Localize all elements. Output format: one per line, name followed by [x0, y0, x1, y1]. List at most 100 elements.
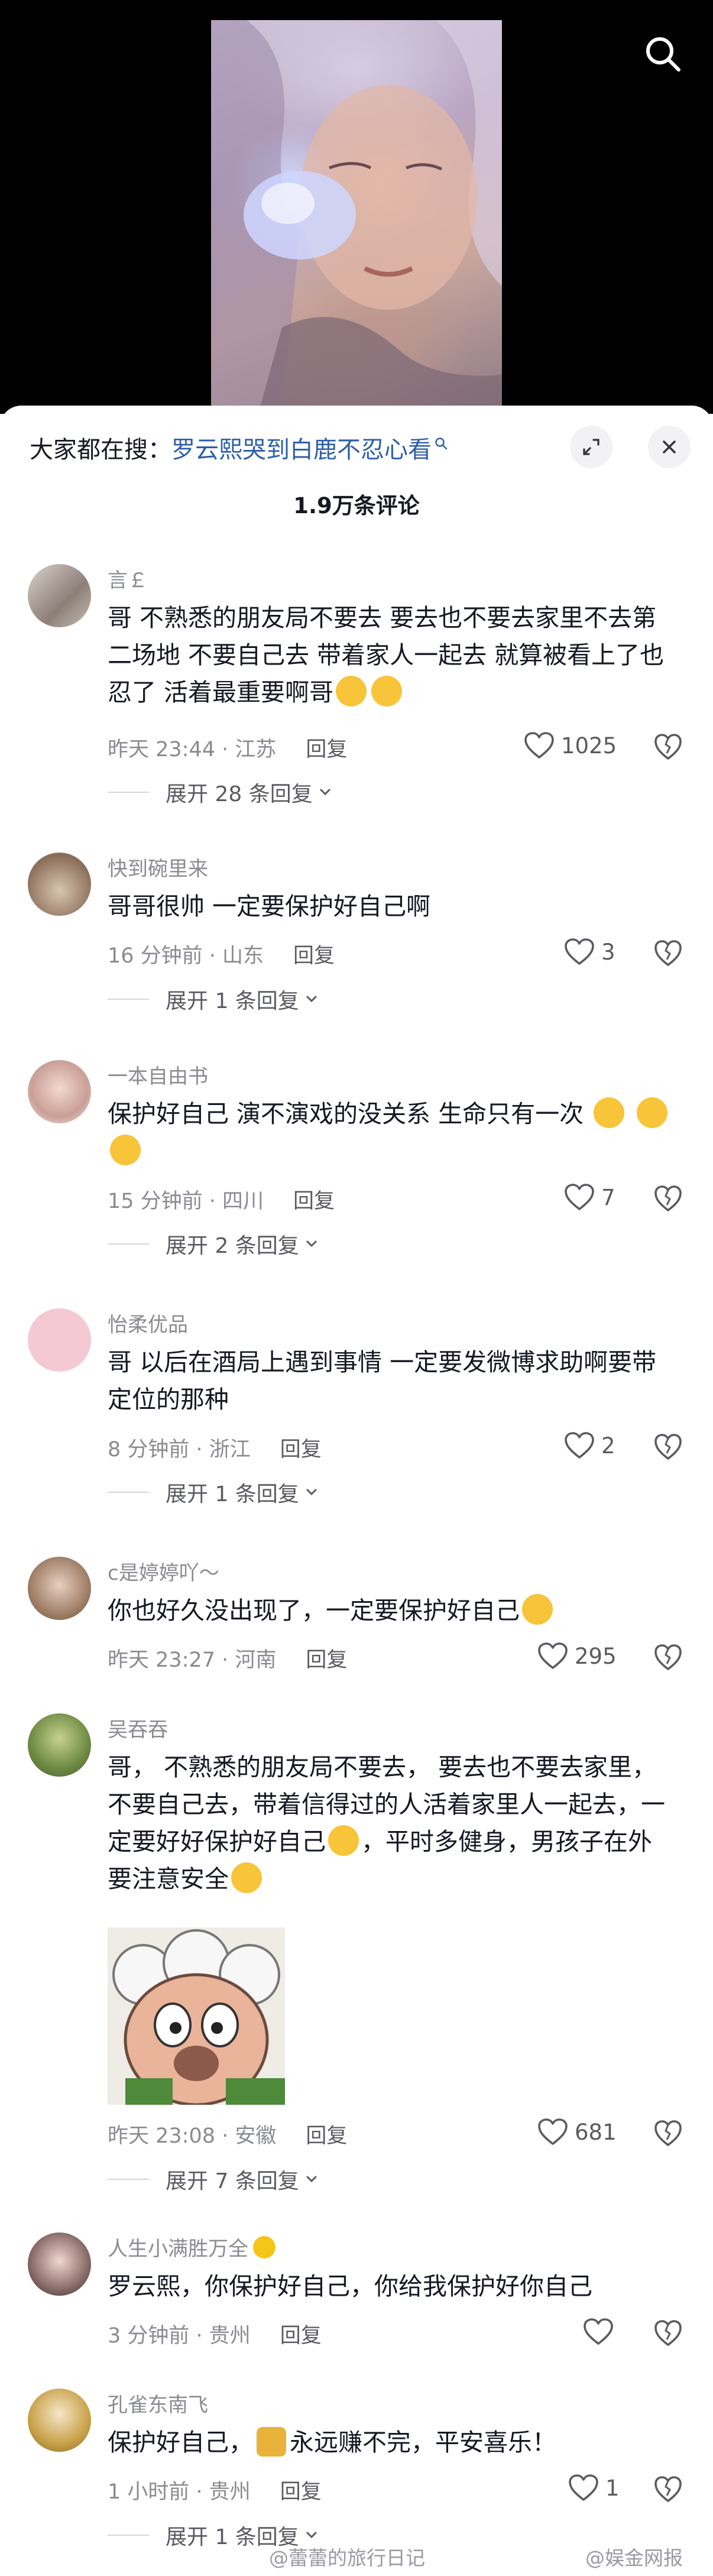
- heart-icon: [538, 2118, 568, 2145]
- comment-username[interactable]: 言￡: [108, 564, 148, 593]
- avatar[interactable]: [28, 1713, 91, 1777]
- reply-button[interactable]: 回复: [280, 1438, 322, 1462]
- broken-heart-icon[interactable]: [653, 939, 683, 967]
- divider: [108, 2535, 149, 2536]
- comment-meta: 1 小时前 · 贵州 回复: [108, 2475, 322, 2505]
- comment-time-location: 8 分钟前 · 浙江: [108, 1438, 251, 1462]
- like-button[interactable]: 1025: [523, 731, 617, 760]
- avatar[interactable]: [28, 2232, 91, 2296]
- comment-time-location: 15 分钟前 · 四川: [108, 1190, 264, 1213]
- like-button[interactable]: 1: [568, 2473, 620, 2503]
- like-button[interactable]: 295: [537, 1641, 617, 1671]
- divider: [108, 1492, 149, 1493]
- avatar[interactable]: [28, 1557, 91, 1620]
- money-bag-icon: [257, 2427, 286, 2457]
- comment-time-location: 昨天 23:44 · 江苏: [108, 738, 277, 762]
- comment-time-location: 昨天 23:08 · 安徽: [108, 2124, 277, 2148]
- comment-username-row[interactable]: 人生小满胜万全: [108, 2232, 276, 2261]
- video-frame[interactable]: [211, 20, 502, 414]
- avatar[interactable]: [28, 564, 91, 627]
- sticker-image[interactable]: [108, 1927, 285, 2105]
- comment-meta: 16 分钟前 · 山东 回复: [108, 939, 335, 969]
- like-button[interactable]: 7: [563, 1182, 615, 1212]
- comment-username[interactable]: 怡柔优品: [108, 1308, 188, 1337]
- avatar[interactable]: [28, 1308, 91, 1372]
- comment-text: 哥 不熟悉的朋友局不要去 要去也不要去家里不去第二场地 不要自己去 带着家人一起…: [108, 600, 675, 711]
- heart-icon: [584, 2318, 613, 2345]
- heart-icon: [565, 1432, 594, 1459]
- like-count: 681: [575, 2119, 617, 2145]
- chevron-down-icon: [306, 2176, 317, 2183]
- video-area[interactable]: [0, 0, 713, 414]
- avatar[interactable]: [28, 853, 91, 916]
- like-button[interactable]: 3: [563, 937, 615, 967]
- reply-button[interactable]: 回复: [280, 2480, 322, 2504]
- comment-username[interactable]: 快到碗里来: [108, 853, 208, 882]
- crying-emoji-icon: [594, 1097, 625, 1128]
- comment-username[interactable]: 一本自由书: [108, 1060, 208, 1089]
- reply-button[interactable]: 回复: [306, 738, 347, 762]
- broken-heart-icon[interactable]: [653, 2475, 683, 2503]
- avatar[interactable]: [28, 2389, 91, 2452]
- close-icon: [663, 440, 676, 453]
- avatar[interactable]: [28, 1060, 91, 1123]
- like-button[interactable]: 2: [563, 1431, 615, 1460]
- heart-icon: [565, 938, 594, 965]
- comment-meta: 昨天 23:08 · 安徽 回复: [108, 2119, 347, 2149]
- broken-heart-icon[interactable]: [653, 733, 683, 761]
- watermark: @蕾蕾的旅行日记: [269, 2542, 425, 2571]
- crying-emoji-icon: [371, 676, 403, 707]
- watermark-text: @娱金网报: [585, 2546, 683, 2569]
- reply-button[interactable]: 回复: [306, 2124, 347, 2148]
- heart-icon: [565, 1184, 594, 1210]
- comment-count-title: 1.9万条评论: [293, 493, 420, 519]
- comment-meta: 15 分钟前 · 四川 回复: [108, 1184, 335, 1214]
- like-button[interactable]: 681: [537, 2117, 617, 2147]
- crying-emoji-icon: [110, 1135, 141, 1165]
- comment-username[interactable]: 孔雀东南飞: [108, 2389, 208, 2418]
- chevron-down-icon: [306, 1240, 317, 1248]
- expand-replies[interactable]: 展开 28 条回复: [108, 777, 333, 808]
- search-icon[interactable]: [642, 33, 683, 74]
- expand-replies-label: 展开 2 条回复: [166, 1234, 299, 1258]
- like-count: 3: [601, 939, 615, 965]
- comment-text: 哥 以后在酒局上遇到事情 一定要发微博求助啊要带定位的那种: [108, 1348, 657, 1414]
- search-icon: [435, 438, 448, 450]
- collapse-icon: [583, 439, 599, 455]
- broken-heart-icon[interactable]: [653, 2319, 683, 2347]
- comment-time-location: 1 小时前 · 贵州: [108, 2480, 251, 2504]
- comment-username[interactable]: c是婷婷吖～: [108, 1557, 219, 1586]
- expand-replies[interactable]: 展开 2 条回复: [108, 1229, 319, 1259]
- broken-heart-icon[interactable]: [653, 1643, 683, 1671]
- comment-text: 哥， 不熟悉的朋友局不要去， 要去也不要去家里， 不要自己去，带着信得过的人活着…: [108, 1749, 675, 1898]
- close-button[interactable]: [648, 426, 691, 468]
- broken-heart-icon[interactable]: [653, 2119, 683, 2147]
- crying-emoji-icon: [336, 676, 367, 707]
- expand-replies[interactable]: 展开 1 条回复: [108, 1477, 319, 1508]
- reply-button[interactable]: 回复: [306, 1648, 347, 1672]
- reply-button[interactable]: 回复: [293, 944, 335, 968]
- reply-button[interactable]: 回复: [293, 1190, 335, 1213]
- comment-body-continued: 永远赚不完，平安喜乐！: [290, 2428, 556, 2457]
- collapse-button[interactable]: [570, 426, 612, 468]
- crying-emoji-icon: [637, 1097, 668, 1128]
- reply-button[interactable]: 回复: [280, 2324, 322, 2348]
- chevron-down-icon: [320, 789, 330, 796]
- comment-text: 你也好久没出现了，一定要保护好自己: [108, 1592, 675, 1629]
- hot-search-prefix: 大家都在搜：: [30, 436, 171, 464]
- hot-search-bar[interactable]: 大家都在搜： 罗云熙哭到白鹿不忍心看: [30, 427, 448, 468]
- hot-search-term[interactable]: 罗云熙哭到白鹿不忍心看: [171, 430, 432, 465]
- comment-meta: 8 分钟前 · 浙江 回复: [108, 1433, 322, 1463]
- pleading-emoji-icon: [328, 1825, 359, 1856]
- broken-heart-icon[interactable]: [653, 1184, 683, 1213]
- expand-replies[interactable]: 展开 7 条回复: [108, 2164, 319, 2195]
- comment-meta: 昨天 23:27 · 河南 回复: [108, 1643, 347, 1673]
- expand-replies[interactable]: 展开 1 条回复: [108, 984, 319, 1015]
- divider: [108, 1243, 149, 1245]
- comment-text: 哥哥很帅 一定要保护好自己啊: [108, 892, 431, 921]
- comment-username[interactable]: 吴吞吞: [108, 1713, 168, 1742]
- comment-time-location: 16 分钟前 · 山东: [108, 944, 264, 968]
- comment-username: 人生小满胜万全: [108, 2237, 248, 2261]
- broken-heart-icon[interactable]: [653, 1433, 683, 1461]
- like-button[interactable]: [582, 2317, 620, 2347]
